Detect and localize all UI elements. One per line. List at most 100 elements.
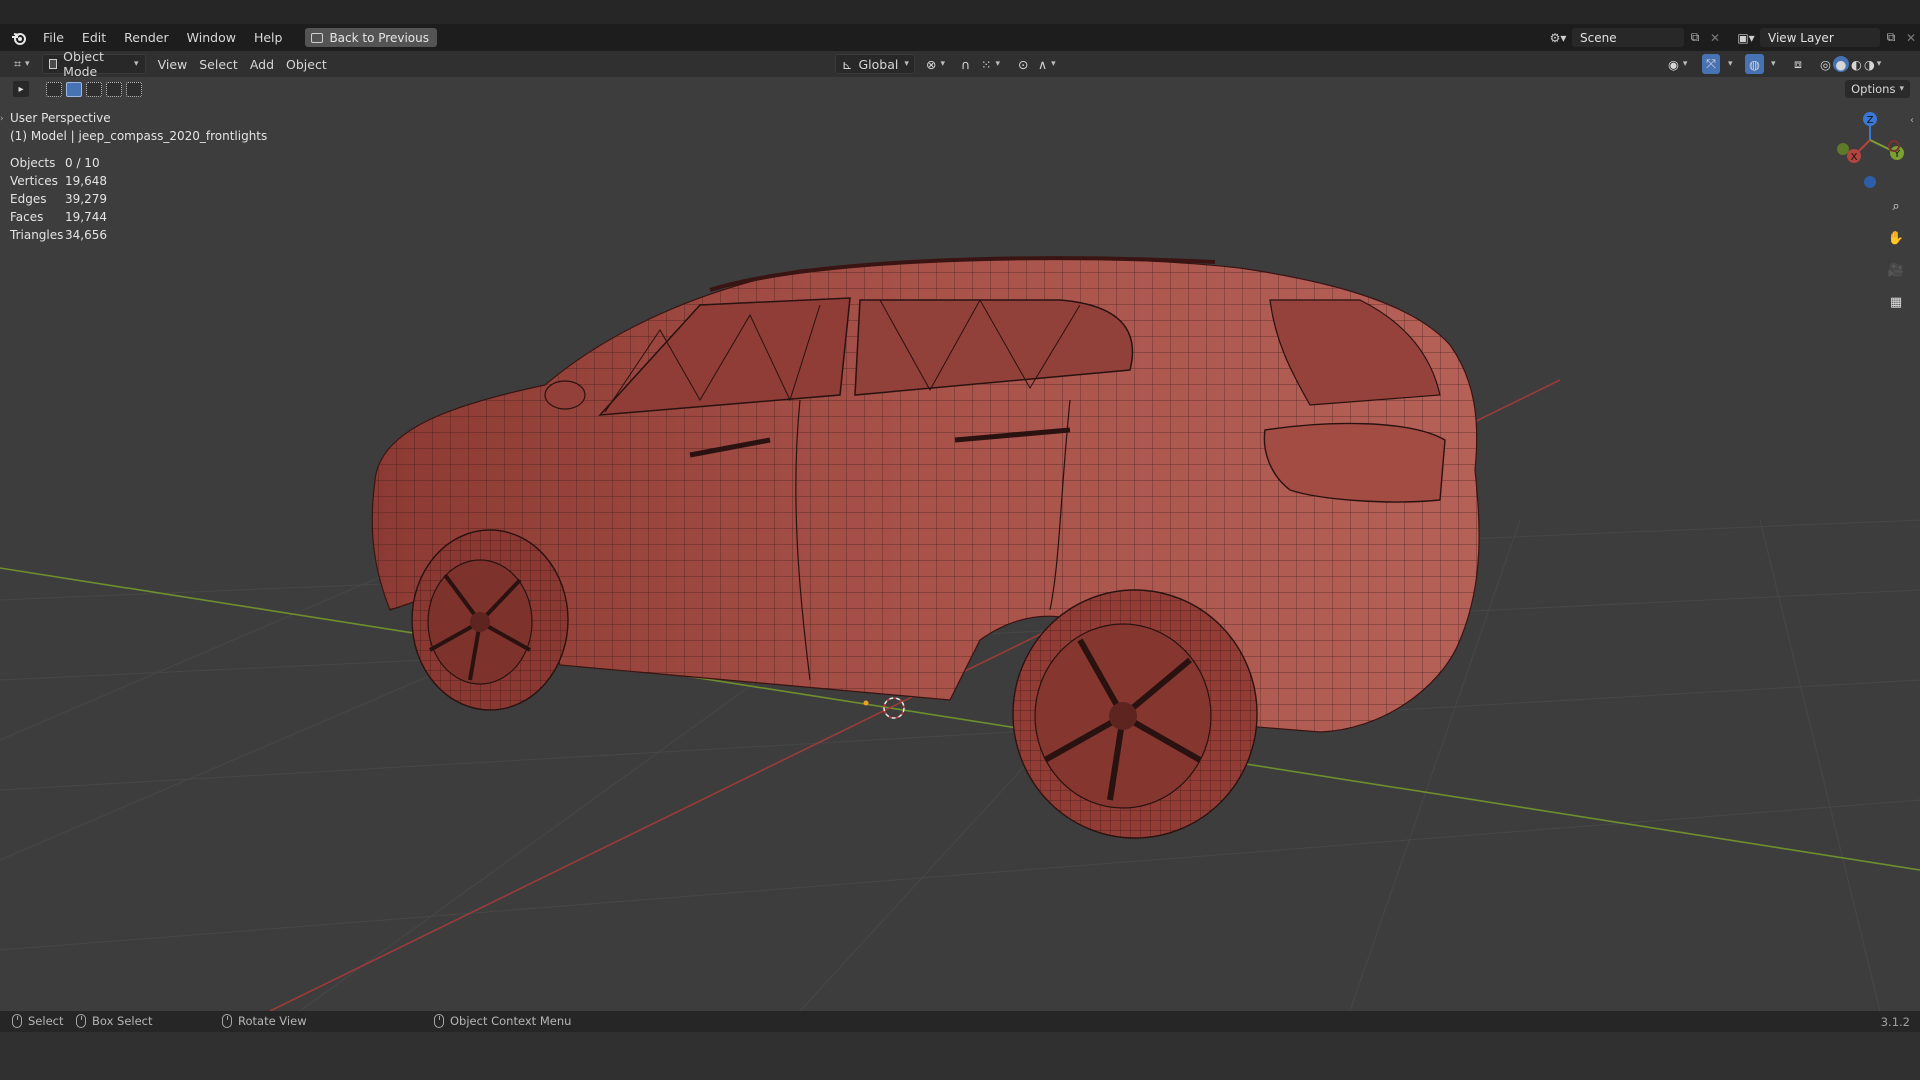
- back-icon: [311, 32, 324, 43]
- rendered-shading-icon[interactable]: ◑: [1864, 57, 1875, 72]
- neg-z-axis-handle: [1864, 176, 1876, 188]
- proportional-edit-icon: ⊙: [1018, 56, 1029, 72]
- overlays-dropdown[interactable]: ▾: [1765, 54, 1782, 74]
- overlays-icon: ◍: [1749, 56, 1760, 72]
- gizmo-toggle[interactable]: ⤧: [1702, 54, 1721, 74]
- scene-name-field[interactable]: Scene: [1572, 28, 1684, 47]
- magnet-icon: ∩: [961, 56, 971, 72]
- toolbar-expand-icon[interactable]: ›: [0, 114, 6, 128]
- viewport-canvas: [0, 256, 1920, 1011]
- stat-row: Triangles 34,656: [10, 226, 107, 244]
- navigation-gizmo[interactable]: Z Y X: [1830, 110, 1910, 190]
- object-mode-icon: [48, 59, 58, 69]
- drag-mouse-icon: [76, 1014, 86, 1028]
- menu-select[interactable]: Select: [193, 54, 244, 74]
- stat-value: 19,648: [65, 174, 107, 188]
- z-axis-label: Z: [1867, 115, 1874, 126]
- falloff-button[interactable]: ∧ ▾: [1032, 54, 1062, 74]
- select-subtract-icon[interactable]: [106, 81, 122, 97]
- editor-type-button[interactable]: ⌗ ▾: [8, 54, 36, 74]
- delete-view-layer-icon[interactable]: ✕: [1902, 28, 1920, 47]
- menu-view[interactable]: View: [152, 54, 194, 74]
- menu-file[interactable]: File: [34, 24, 73, 51]
- scene-controls: ⚙▾ Scene ⧉ ✕ ▣▾ View Layer ⧉ ✕: [1544, 24, 1920, 51]
- menu-add[interactable]: Add: [244, 54, 280, 74]
- mode-dropdown[interactable]: Object Mode ▾: [41, 49, 146, 79]
- view-layer-field[interactable]: View Layer: [1760, 28, 1880, 47]
- middle-mouse-icon: [222, 1014, 232, 1028]
- stat-value: 34,656: [65, 228, 107, 242]
- back-to-previous-button[interactable]: Back to Previous: [305, 28, 437, 47]
- perspective-label: User Perspective: [10, 111, 111, 125]
- scene-statistics: Objects 0 / 10 Vertices 19,648 Edges 39,279…: [10, 154, 107, 244]
- menu-render[interactable]: Render: [115, 24, 178, 51]
- back-to-previous-label: Back to Previous: [329, 30, 429, 45]
- pivot-icon: ⊗: [926, 56, 937, 72]
- stat-row: Edges 39,279: [10, 190, 107, 208]
- stat-row: Objects 0 / 10: [10, 154, 107, 172]
- select-tool-icon[interactable]: ▸: [12, 80, 30, 98]
- selection-mode-group: [46, 81, 142, 97]
- material-shading-icon[interactable]: ◐: [1851, 57, 1862, 72]
- rear-wheel: [1012, 589, 1258, 839]
- xray-toggle[interactable]: ⧈: [1788, 54, 1808, 74]
- editor-type-icon: ⌗: [14, 56, 22, 71]
- solid-shading-icon[interactable]: ●: [1832, 56, 1849, 72]
- menu-help[interactable]: Help: [245, 24, 292, 51]
- select-set-icon[interactable]: [66, 81, 82, 97]
- status-box-select-label: Box Select: [92, 1014, 153, 1028]
- pivot-point-button[interactable]: ⊗ ▾: [920, 54, 951, 74]
- left-mouse-icon: [12, 1014, 22, 1028]
- tool-settings-row: ▸: [0, 77, 1920, 101]
- scene-selector-icon[interactable]: ⚙▾: [1544, 28, 1572, 48]
- active-object-label: (1) Model | jeep_compass_2020_frontlight…: [10, 129, 268, 143]
- orientation-label: Global: [858, 56, 899, 72]
- options-dropdown[interactable]: Options ▾: [1845, 80, 1910, 98]
- menu-object[interactable]: Object: [280, 54, 333, 74]
- pan-hand-icon[interactable]: ✋: [1884, 226, 1908, 250]
- right-mouse-icon: [434, 1014, 444, 1028]
- select-box-icon[interactable]: [46, 81, 62, 97]
- view-layer-selector-icon[interactable]: ▣▾: [1732, 28, 1760, 48]
- ortho-grid-icon[interactable]: ▦: [1884, 290, 1908, 314]
- neg-y-axis-handle: [1837, 143, 1849, 155]
- top-menu-bar: File Edit Render Window Help Back to Pre…: [0, 24, 1920, 51]
- sidebar-expand-icon[interactable]: ‹: [1910, 115, 1918, 129]
- select-extend-icon[interactable]: [86, 81, 102, 97]
- version-label: 3.1.2: [1880, 1015, 1910, 1029]
- visibility-button[interactable]: ◉ ▾: [1662, 54, 1693, 74]
- falloff-icon: ∧: [1038, 56, 1048, 72]
- overlays-toggle[interactable]: ◍: [1745, 54, 1764, 74]
- status-context-menu: Object Context Menu: [434, 1014, 571, 1028]
- shading-modes: ◎ ● ◐ ◑ ▾: [1814, 54, 1887, 74]
- main-menu: File Edit Render Window Help: [34, 24, 291, 51]
- status-select-label: Select: [28, 1014, 64, 1028]
- gizmo-icon: ⤧: [1706, 56, 1717, 71]
- xray-icon: ⧈: [1794, 56, 1802, 71]
- zoom-icon[interactable]: ⌕: [1884, 194, 1908, 218]
- 3d-viewport[interactable]: [0, 77, 1920, 1011]
- stat-row: Faces 19,744: [10, 208, 107, 226]
- wireframe-shading-icon[interactable]: ◎: [1820, 57, 1831, 72]
- viewport-header: ⌗ ▾ Object Mode ▾ View Select Add Object …: [0, 49, 1920, 79]
- snap-target-button[interactable]: ⁙ ▾: [975, 54, 1006, 74]
- options-label: Options: [1851, 82, 1896, 96]
- view-layer-name: View Layer: [1768, 30, 1834, 45]
- delete-scene-icon[interactable]: ✕: [1706, 28, 1724, 47]
- shading-dropdown-icon[interactable]: ▾: [1877, 59, 1882, 69]
- blender-logo-icon[interactable]: [8, 27, 30, 49]
- transform-orientation-dropdown[interactable]: ⊾ Global ▾: [835, 54, 915, 74]
- camera-view-icon[interactable]: 🎥: [1884, 258, 1908, 282]
- menu-edit[interactable]: Edit: [73, 24, 115, 51]
- snap-toggle[interactable]: ∩: [955, 54, 976, 74]
- status-context-label: Object Context Menu: [450, 1014, 572, 1028]
- menu-window[interactable]: Window: [178, 24, 245, 51]
- blender-window: File Edit Render Window Help Back to Pre…: [0, 0, 1920, 1080]
- new-scene-icon[interactable]: ⧉: [1684, 28, 1706, 47]
- new-view-layer-icon[interactable]: ⧉: [1880, 28, 1902, 47]
- 3d-cursor: [863, 697, 905, 719]
- x-axis-label: X: [1851, 152, 1858, 163]
- viewport-navigation: ⌕ ✋ 🎥 ▦: [1884, 194, 1908, 314]
- gizmo-dropdown[interactable]: ▾: [1722, 54, 1739, 74]
- select-intersect-icon[interactable]: [126, 81, 142, 97]
